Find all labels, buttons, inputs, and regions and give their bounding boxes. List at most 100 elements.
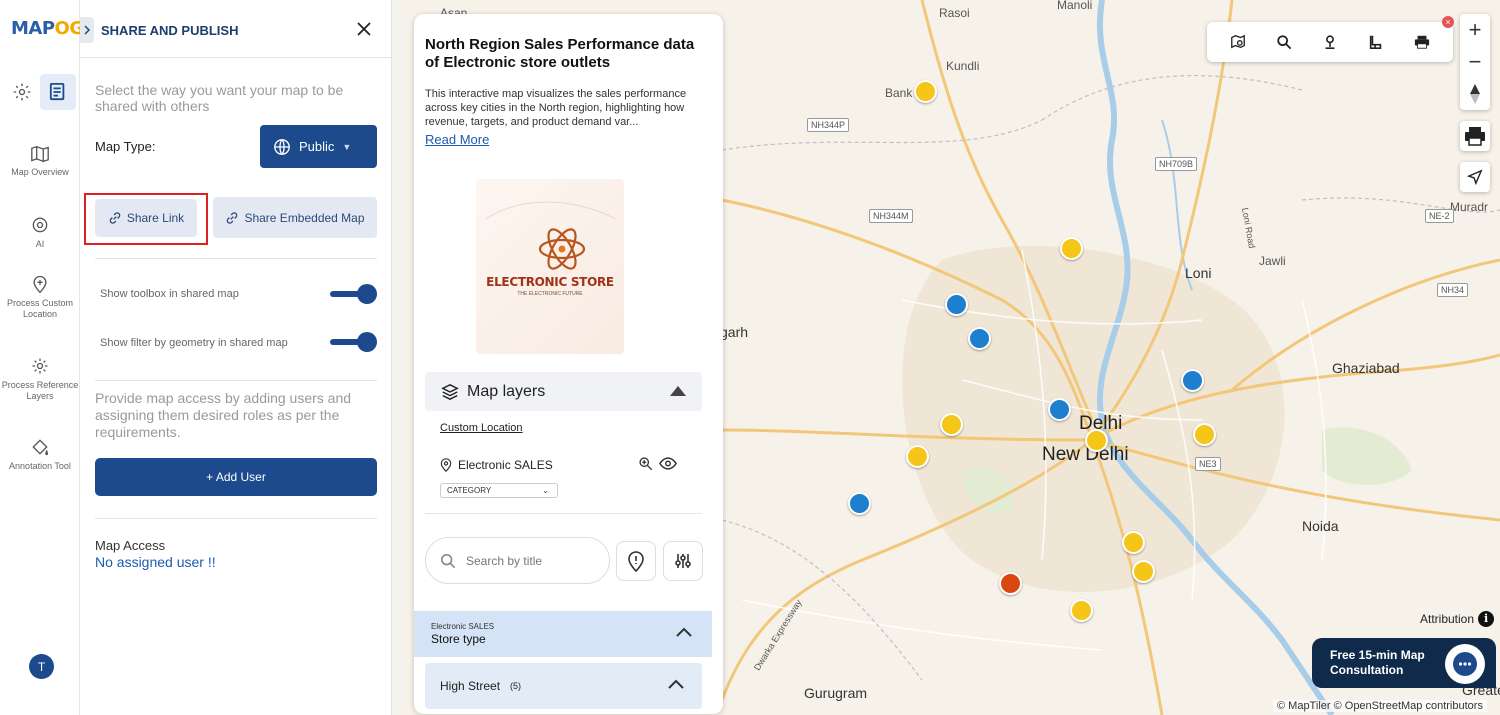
- navigation-arrow-icon: [1467, 169, 1483, 185]
- card-scrollbar[interactable]: [716, 14, 723, 714]
- rail-item-ai[interactable]: AI: [0, 215, 80, 250]
- collapse-panel-button[interactable]: [80, 17, 94, 43]
- map-credits[interactable]: © MapTiler © OpenStreetMap contributors: [1273, 700, 1487, 712]
- store-marker[interactable]: [848, 492, 871, 515]
- map-type-dropdown[interactable]: Public ▼: [260, 125, 377, 168]
- pin-drop-icon[interactable]: [1322, 34, 1338, 50]
- chevron-up-icon[interactable]: [676, 627, 692, 637]
- zoom-controls: + −: [1460, 14, 1490, 110]
- highway-shield: NE-2: [1425, 209, 1454, 223]
- print-map-button[interactable]: [1460, 121, 1490, 151]
- toolbox-toggle[interactable]: [330, 284, 377, 304]
- caret-down-icon: ▼: [342, 141, 352, 152]
- store-marker[interactable]: [1048, 398, 1071, 421]
- store-marker[interactable]: [1122, 531, 1145, 554]
- close-icon[interactable]: [355, 20, 373, 38]
- rail-item-annotation-tool[interactable]: Annotation Tool: [0, 437, 80, 472]
- location-filter-button[interactable]: [616, 541, 656, 581]
- store-type-group-header[interactable]: Electronic SALES Store type: [414, 611, 712, 657]
- divider: [425, 513, 702, 514]
- boot-icon[interactable]: [1368, 34, 1384, 50]
- print-icon: [1465, 127, 1485, 146]
- zoom-to-layer-icon[interactable]: [638, 456, 653, 471]
- rail-item-map-overview[interactable]: Map Overview: [0, 145, 80, 178]
- rail-item-process-custom-location[interactable]: Process Custom Location: [0, 274, 80, 320]
- group-count-badge: (5): [510, 681, 522, 691]
- panel-title: SHARE AND PUBLISH: [101, 23, 239, 38]
- compass-button[interactable]: [1460, 78, 1490, 110]
- chevron-right-icon: [84, 25, 91, 35]
- zoom-out-button[interactable]: −: [1460, 46, 1490, 78]
- store-marker[interactable]: [1085, 429, 1108, 452]
- city-label: Manoli: [1057, 0, 1093, 12]
- avatar[interactable]: T: [29, 654, 54, 679]
- left-rail: MAPOG Map Overview AI Process Custom Loc…: [0, 0, 84, 715]
- store-marker[interactable]: [968, 327, 991, 350]
- store-marker[interactable]: [999, 572, 1022, 595]
- map-icon: [31, 145, 49, 163]
- layers-icon: [441, 383, 459, 400]
- search-by-title-input[interactable]: Search by title: [425, 537, 610, 584]
- map-title: North Region Sales Performance data of E…: [425, 36, 695, 71]
- map-layers-header[interactable]: Map layers: [425, 372, 702, 411]
- toolbar-close-icon[interactable]: ×: [1442, 16, 1454, 28]
- rail-item-process-reference-layers[interactable]: Process Reference Layers: [0, 356, 80, 402]
- store-marker[interactable]: [1193, 423, 1216, 446]
- chat-button[interactable]: [1445, 644, 1485, 684]
- sliders-icon: [675, 554, 691, 568]
- location-pin-icon: [440, 458, 452, 472]
- attribution-button[interactable]: Attribution i: [1420, 611, 1495, 627]
- read-more-link[interactable]: Read More: [425, 132, 489, 147]
- store-marker[interactable]: [1132, 560, 1155, 583]
- city-label: Jawli: [1259, 254, 1286, 268]
- zoom-in-button[interactable]: +: [1460, 14, 1490, 46]
- link-icon: [227, 211, 238, 224]
- share-tab[interactable]: [40, 74, 76, 110]
- map-type-value: Public: [299, 139, 335, 154]
- logo-tagline: THE ELECTRONIC FUTURE: [517, 291, 583, 297]
- map-description: This interactive map visualizes the sale…: [425, 88, 687, 128]
- filter-toggle-label: Show filter by geometry in shared map: [100, 337, 288, 349]
- city-label: Gurugram: [804, 685, 868, 701]
- logo-text: ELECTRONIC STORE: [486, 275, 614, 289]
- map-search-icon[interactable]: [1230, 34, 1246, 50]
- highway-shield: NH34: [1437, 283, 1469, 297]
- share-embedded-map-button[interactable]: Share Embedded Map: [213, 197, 377, 238]
- info-icon: i: [1478, 611, 1495, 627]
- ai-gear-icon: [32, 217, 48, 233]
- navigate-button[interactable]: [1460, 162, 1490, 192]
- mapog-logo[interactable]: MAPOG: [11, 18, 84, 39]
- chevron-up-icon[interactable]: [668, 679, 684, 689]
- store-marker[interactable]: [1181, 369, 1204, 392]
- filter-settings-button[interactable]: [663, 541, 703, 581]
- category-select[interactable]: CATEGORY ⌄: [440, 483, 558, 498]
- electronic-store-logo: ELECTRONIC STORE THE ELECTRONIC FUTURE: [476, 179, 624, 354]
- chevron-down-icon: ⌄: [542, 486, 549, 495]
- toolbox-toggle-label: Show toolbox in shared map: [100, 288, 239, 300]
- eye-icon[interactable]: [659, 456, 677, 471]
- high-street-group[interactable]: High Street (5): [425, 663, 702, 709]
- settings-tab[interactable]: [4, 74, 40, 110]
- store-marker[interactable]: [940, 413, 963, 436]
- store-marker[interactable]: [1060, 237, 1083, 260]
- share-panel: SHARE AND PUBLISH Select the way you wan…: [80, 0, 392, 715]
- divider: [95, 380, 377, 381]
- city-label: Rasoi: [939, 6, 970, 20]
- collapse-caret-icon[interactable]: [670, 386, 686, 396]
- city-label: Muradr: [1450, 200, 1489, 214]
- store-marker[interactable]: [906, 445, 929, 468]
- search-icon[interactable]: [1276, 34, 1292, 50]
- store-marker[interactable]: [914, 80, 937, 103]
- divider: [95, 518, 377, 519]
- compass-icon: [1470, 84, 1480, 104]
- store-marker[interactable]: [1070, 599, 1093, 622]
- print-icon[interactable]: [1414, 34, 1430, 50]
- store-marker[interactable]: [945, 293, 968, 316]
- search-icon: [440, 553, 456, 568]
- atom-logo-icon: [485, 201, 617, 270]
- custom-location-link[interactable]: Custom Location: [440, 422, 523, 434]
- add-user-button[interactable]: + Add User: [95, 458, 377, 496]
- share-link-button[interactable]: Share Link: [95, 199, 197, 237]
- filter-geometry-toggle[interactable]: [330, 332, 377, 352]
- share-link-highlight: Share Link: [84, 193, 208, 245]
